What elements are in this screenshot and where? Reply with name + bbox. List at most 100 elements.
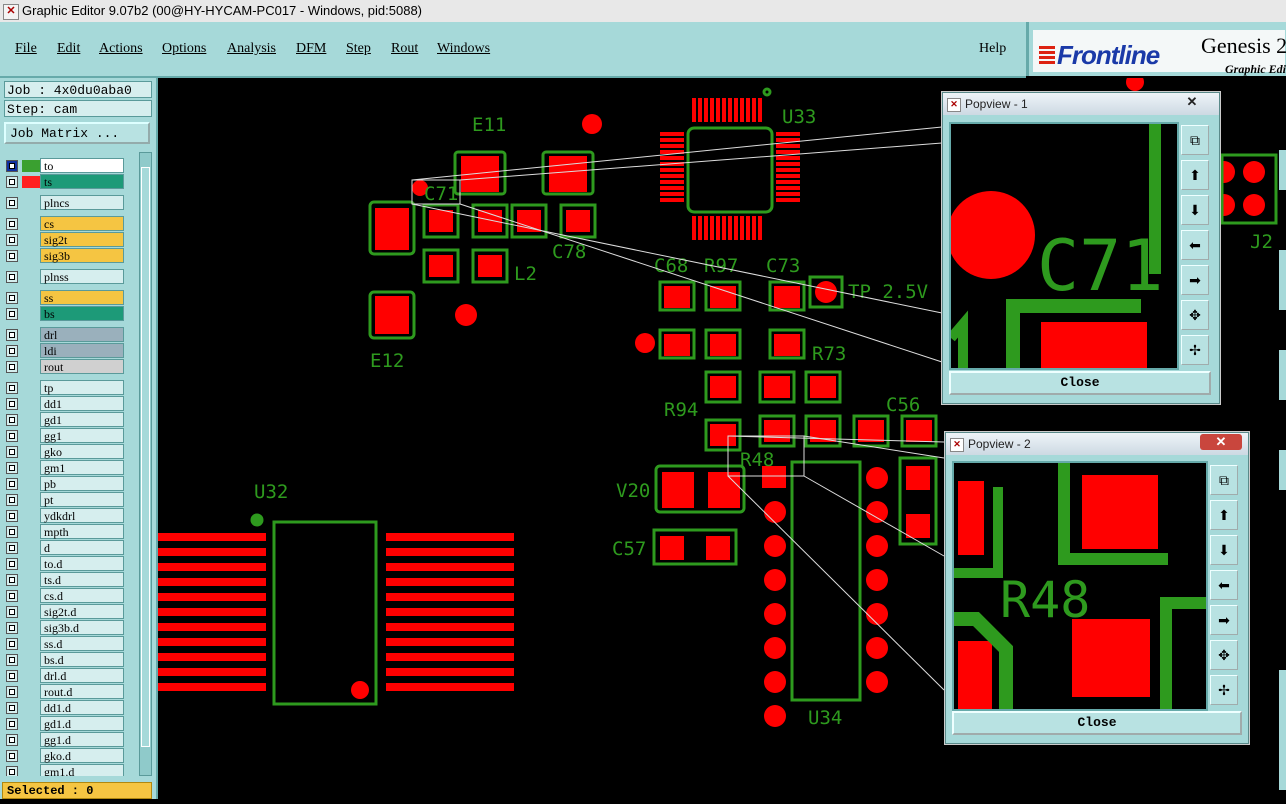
layer-name[interactable]: gm1 [40, 460, 124, 475]
pad[interactable] [158, 533, 266, 541]
pad[interactable] [728, 216, 732, 240]
layer-row-dd1[interactable]: dd1 [4, 396, 126, 412]
pad[interactable] [906, 466, 930, 490]
layer-row-gg1[interactable]: gg1 [4, 428, 126, 444]
pad[interactable] [776, 198, 800, 202]
via[interactable] [815, 281, 837, 303]
pad[interactable] [158, 548, 266, 556]
pad[interactable] [660, 156, 684, 160]
pad[interactable] [478, 255, 502, 277]
pad[interactable] [158, 623, 266, 631]
pad[interactable] [710, 98, 714, 122]
menu-step[interactable]: Step [346, 41, 371, 57]
pad[interactable] [375, 296, 409, 334]
layer-name[interactable]: plnss [40, 269, 124, 284]
layer-row-plnss[interactable]: plnss [4, 269, 126, 285]
layer-checkbox[interactable] [6, 382, 18, 394]
layer-row-to[interactable]: to [4, 158, 126, 174]
pad[interactable] [734, 216, 738, 240]
layer-checkbox[interactable] [6, 345, 18, 357]
layer-row-bs[interactable]: bs [4, 306, 126, 322]
pad[interactable] [776, 162, 800, 166]
via[interactable] [866, 637, 888, 659]
pad[interactable] [386, 563, 514, 571]
layer-name[interactable]: sig2t [40, 232, 124, 247]
layer-checkbox[interactable] [6, 622, 18, 634]
pad[interactable] [698, 98, 702, 122]
popview-1-view[interactable]: C71 [949, 122, 1179, 370]
layer-name[interactable]: gm1.d [40, 764, 124, 776]
menu-actions[interactable]: Actions [99, 41, 143, 57]
pad[interactable] [734, 98, 738, 122]
via[interactable] [764, 501, 786, 523]
layer-row-tp[interactable]: tp [4, 380, 126, 396]
layer-row-cs.d[interactable]: cs.d [4, 588, 126, 604]
pad[interactable] [776, 186, 800, 190]
layer-row-ts.d[interactable]: ts.d [4, 572, 126, 588]
zoom-fit-button[interactable]: ⧉ [1210, 465, 1238, 495]
popview-1-close-icon[interactable]: ✕ [1171, 94, 1213, 110]
pad[interactable] [566, 210, 590, 232]
via[interactable] [866, 467, 888, 489]
layer-name[interactable]: ydkdrl [40, 508, 124, 523]
pad[interactable] [698, 216, 702, 240]
popview-1-close-button[interactable]: Close [949, 371, 1211, 395]
via[interactable] [764, 671, 786, 693]
layer-row-sig2t.d[interactable]: sig2t.d [4, 604, 126, 620]
via[interactable] [866, 603, 888, 625]
pad[interactable] [660, 536, 684, 560]
popview-2-close-icon[interactable]: ✕ [1200, 434, 1242, 450]
layer-name[interactable]: gd1 [40, 412, 124, 427]
pad[interactable] [386, 653, 514, 661]
via[interactable] [582, 114, 602, 134]
pad[interactable] [776, 144, 800, 148]
layer-checkbox[interactable] [6, 218, 18, 230]
pad[interactable] [429, 210, 453, 232]
zoom-in-button[interactable]: ✥ [1210, 640, 1238, 670]
pad[interactable] [660, 132, 684, 136]
pad[interactable] [752, 98, 756, 122]
zoom-out-button[interactable]: ✢ [1181, 335, 1209, 365]
pad[interactable] [660, 192, 684, 196]
pad[interactable] [710, 334, 736, 356]
layer-name[interactable]: ts [40, 174, 124, 189]
pad[interactable] [386, 638, 514, 646]
layer-name[interactable]: pb [40, 476, 124, 491]
pad[interactable] [158, 578, 266, 586]
pan-left-button[interactable]: ⬅ [1181, 230, 1209, 260]
pad[interactable] [158, 668, 266, 676]
pad[interactable] [774, 286, 800, 308]
pan-down-button[interactable]: ⬇ [1210, 535, 1238, 565]
popview-1-titlebar[interactable]: ✕ Popview - 1 ✕ [943, 93, 1219, 115]
pad[interactable] [692, 216, 696, 240]
layer-row-ldi[interactable]: ldi [4, 343, 126, 359]
pad[interactable] [158, 683, 266, 691]
pad[interactable] [386, 593, 514, 601]
layer-row-rout.d[interactable]: rout.d [4, 684, 126, 700]
pad[interactable] [752, 216, 756, 240]
pad[interactable] [774, 334, 800, 356]
layer-name[interactable]: drl [40, 327, 124, 342]
via[interactable] [866, 535, 888, 557]
pad[interactable] [708, 472, 740, 508]
via[interactable] [635, 333, 655, 353]
pad[interactable] [660, 186, 684, 190]
layer-name[interactable]: sig3b [40, 248, 124, 263]
pad[interactable] [746, 98, 750, 122]
pad[interactable] [517, 210, 541, 232]
pad[interactable] [386, 608, 514, 616]
pad[interactable] [740, 216, 744, 240]
pan-right-button[interactable]: ➡ [1181, 265, 1209, 295]
pad[interactable] [478, 210, 502, 232]
via[interactable] [764, 603, 786, 625]
pan-left-button[interactable]: ⬅ [1210, 570, 1238, 600]
layer-checkbox[interactable] [6, 638, 18, 650]
layer-row-ss[interactable]: ss [4, 290, 126, 306]
layer-name[interactable]: gd1.d [40, 716, 124, 731]
layer-checkbox[interactable] [6, 654, 18, 666]
via[interactable] [1243, 194, 1265, 216]
layer-checkbox[interactable] [6, 542, 18, 554]
layer-name[interactable]: cs.d [40, 588, 124, 603]
pad[interactable] [158, 608, 266, 616]
layer-checkbox[interactable] [6, 750, 18, 762]
